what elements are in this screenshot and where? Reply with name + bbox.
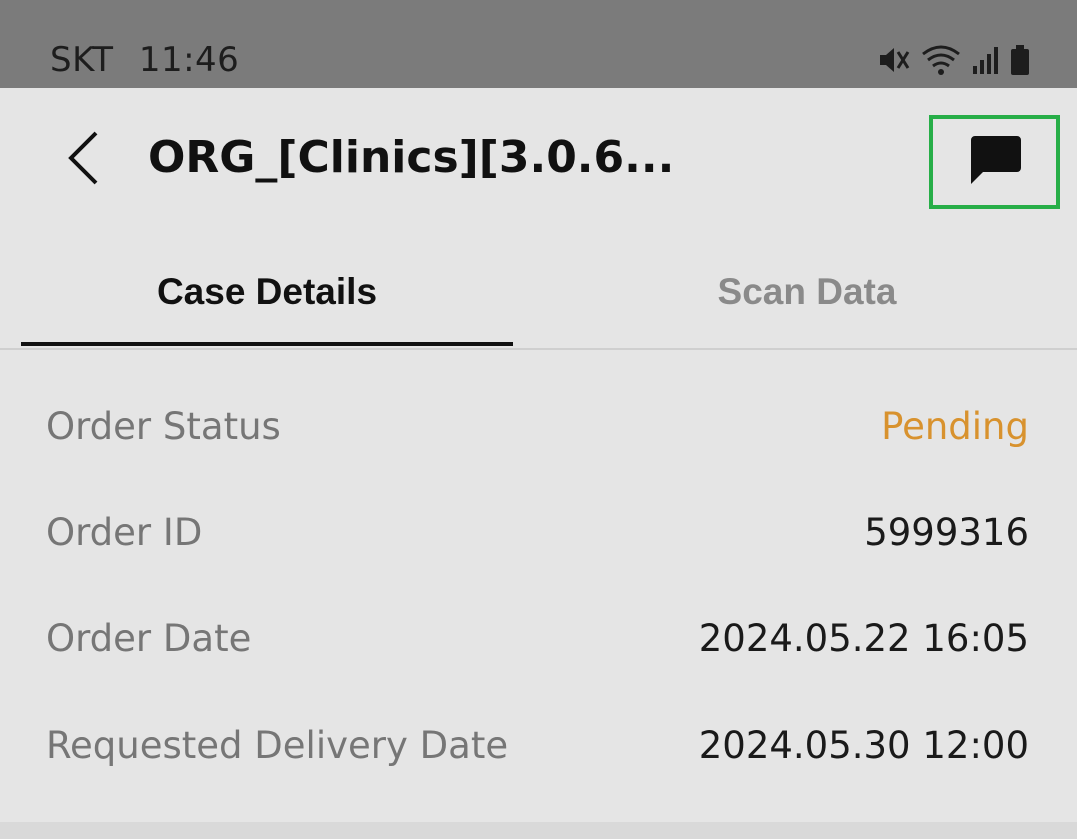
- chevron-left-icon: [66, 130, 100, 190]
- status-badge: Pending: [881, 404, 1029, 448]
- tab-scan-data[interactable]: Scan Data: [538, 238, 1076, 346]
- case-details-panel: Order Status Pending Order ID 5999316 Or…: [0, 350, 1077, 822]
- detail-row-order-id: Order ID 5999316: [46, 502, 1029, 562]
- detail-value: 2024.05.22 16:05: [698, 616, 1029, 660]
- signal-icon: [971, 44, 999, 80]
- wifi-icon: [921, 44, 961, 80]
- mute-icon: [877, 44, 911, 80]
- divider: [0, 822, 1077, 839]
- back-button[interactable]: [58, 130, 108, 190]
- detail-row-requested-delivery-date: Requested Delivery Date 2024.05.30 12:00: [46, 715, 1029, 775]
- carrier-label: SKT: [50, 40, 114, 80]
- tab-case-details[interactable]: Case Details: [21, 238, 513, 346]
- detail-row-order-date: Order Date 2024.05.22 16:05: [46, 608, 1029, 668]
- detail-label: Order Date: [46, 616, 252, 660]
- detail-label: Order ID: [46, 510, 203, 554]
- chat-button[interactable]: [929, 115, 1060, 209]
- detail-value: 5999316: [864, 510, 1029, 554]
- battery-icon: [1009, 44, 1031, 80]
- active-tab-indicator: [21, 342, 513, 346]
- detail-row-order-status: Order Status Pending: [46, 396, 1029, 456]
- status-left: SKT 11:46: [50, 40, 253, 80]
- tab-bar: Case Details Scan Data: [0, 238, 1077, 350]
- status-icons: [877, 44, 1031, 80]
- chat-bubble-icon: [967, 133, 1023, 191]
- page-title: ORG_[Clinics][3.0.6...: [148, 132, 675, 183]
- detail-label: Requested Delivery Date: [46, 723, 509, 767]
- detail-value: 2024.05.30 12:00: [698, 723, 1029, 767]
- clock-time: 11:46: [138, 40, 240, 80]
- detail-label: Order Status: [46, 404, 281, 448]
- status-bar: SKT 11:46: [0, 0, 1077, 88]
- app-header: ORG_[Clinics][3.0.6...: [0, 88, 1077, 238]
